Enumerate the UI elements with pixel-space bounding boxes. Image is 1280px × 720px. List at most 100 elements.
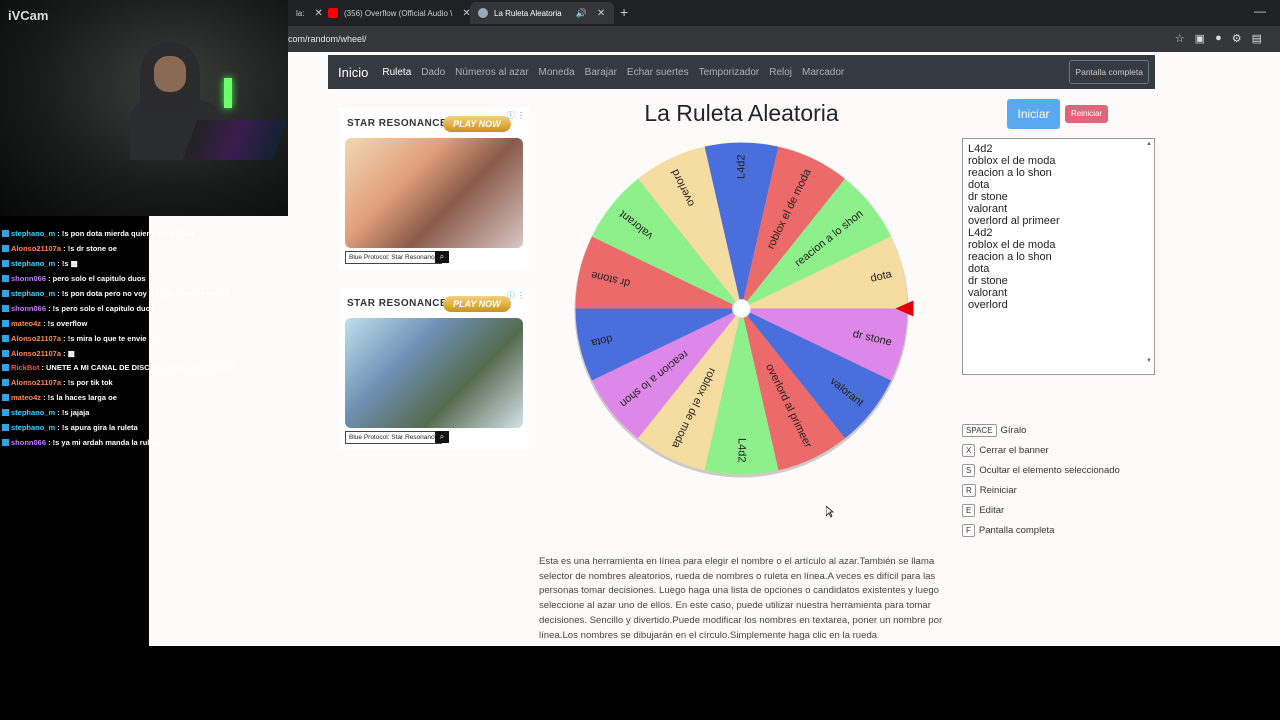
search-icon[interactable]: ⌕ bbox=[435, 431, 449, 443]
scroll-down-icon[interactable]: ▼ bbox=[1146, 358, 1152, 364]
browser-tab-ruleta[interactable]: La Ruleta Aleatoria 🔊 ✕ bbox=[470, 2, 614, 24]
nav-link-temporizador[interactable]: Temporizador bbox=[699, 67, 760, 78]
close-icon[interactable]: ✕ bbox=[597, 8, 605, 19]
streamer-face bbox=[154, 56, 186, 92]
url-text[interactable]: com/random/wheel/ bbox=[288, 34, 367, 44]
bookmark-star-icon[interactable]: ☆ bbox=[1175, 32, 1185, 45]
browser-tab-youtube[interactable]: (356) Overflow (Official Audio \ ✕ bbox=[320, 2, 479, 24]
ad-play-button[interactable]: PLAY NOW bbox=[443, 116, 511, 132]
chat-text: : !s pero solo el capitulo duos bbox=[46, 304, 155, 313]
nav-link-dado[interactable]: Dado bbox=[421, 67, 445, 78]
chat-overlay: stephano_m : !s pon dota mierda quiero v… bbox=[0, 216, 234, 647]
chat-username: stephano_m bbox=[11, 229, 56, 238]
names-textarea[interactable]: ▲ ▼ L4d2 roblox el de moda reacion a lo sh… bbox=[962, 138, 1155, 375]
nav-link-ruleta[interactable]: Ruleta bbox=[382, 67, 411, 78]
chat-text: : !s ▩ bbox=[55, 259, 78, 268]
ad-cta[interactable]: Blue Protocol: Star Resonance bbox=[345, 431, 442, 444]
shortcut-label: Gíralo bbox=[1000, 424, 1027, 436]
page-title: La Ruleta Aleatoria bbox=[644, 100, 839, 126]
ad-artwork bbox=[345, 318, 523, 428]
ad-cta[interactable]: Blue Protocol: Star Resonance bbox=[345, 251, 442, 264]
minimize-icon[interactable]: — bbox=[1254, 4, 1266, 18]
profile-icon[interactable]: ● bbox=[1215, 32, 1222, 45]
chat-message: shonn066 : pero solo el capitulo duos bbox=[2, 273, 146, 285]
name-line: roblox el de moda bbox=[968, 155, 1056, 167]
nav-link-numeros[interactable]: Números al azar bbox=[455, 67, 528, 78]
shortcut-label: Editar bbox=[979, 504, 1005, 516]
name-line: reacion a lo shon bbox=[968, 167, 1052, 179]
chat-badge-icon bbox=[2, 439, 9, 446]
youtube-icon bbox=[328, 8, 338, 18]
shortcut-key: S bbox=[962, 463, 976, 477]
wheel-segment-label: L4d2 bbox=[735, 155, 747, 179]
nav-link-moneda[interactable]: Moneda bbox=[539, 67, 575, 78]
chat-text: : !s la haces larga oe bbox=[41, 393, 117, 402]
webcam-label: iVCam bbox=[8, 8, 49, 23]
chat-text: : !s jajaja bbox=[55, 408, 90, 417]
puzzle-icon[interactable]: ▤ bbox=[1252, 32, 1262, 45]
chat-message: stephano_m : !s apura gira la ruleta bbox=[2, 422, 138, 434]
shortcut-label: Cerrar el banner bbox=[979, 444, 1049, 456]
shortcut-key: SPACE bbox=[962, 423, 997, 437]
ad-banner[interactable]: STAR RESONANCE PLAY NOW ⓘ ⋮ Blue Protoco… bbox=[339, 288, 529, 450]
navbar: Inicio Ruleta Dado Números al azar Moned… bbox=[328, 55, 1155, 89]
chat-text: : UNETE A MI CANAL DE DISCORD https://di… bbox=[39, 363, 234, 372]
name-line: dr stone bbox=[968, 191, 1008, 203]
shortcut-row: E Editar bbox=[962, 500, 1120, 520]
chat-message: stephano_m : !s ▩ bbox=[2, 258, 78, 270]
scroll-up-icon[interactable]: ▲ bbox=[1146, 141, 1152, 147]
wheel-hub[interactable] bbox=[732, 299, 751, 318]
chat-username: stephano_m bbox=[11, 423, 56, 432]
nav-link-marcador[interactable]: Marcador bbox=[802, 67, 844, 78]
nav-link-reloj[interactable]: Reloj bbox=[769, 67, 792, 78]
chat-badge-icon bbox=[2, 260, 9, 267]
start-button[interactable]: Iniciar bbox=[1007, 99, 1060, 129]
shortcut-key: R bbox=[962, 483, 976, 497]
chat-username: stephano_m bbox=[11, 259, 56, 268]
chat-text: : pero solo el capitulo duos bbox=[46, 274, 146, 283]
chat-message: shonn066 : !s ya mi ardah manda la rulet… bbox=[2, 437, 160, 449]
chat-text: : !s dr stone oe bbox=[61, 244, 117, 253]
chat-message: shonn066 : !s pero solo el capitulo duos bbox=[2, 303, 154, 315]
chat-badge-icon bbox=[2, 275, 9, 282]
nav-link-echar-suertes[interactable]: Echar suertes bbox=[627, 67, 689, 78]
nav-brand[interactable]: Inicio bbox=[338, 65, 368, 80]
ad-banner[interactable]: STAR RESONANCE PLAY NOW ⓘ ⋮ Blue Protoco… bbox=[339, 108, 529, 270]
chat-username: RickBot bbox=[11, 363, 40, 372]
name-line: overlord al primeer bbox=[968, 215, 1060, 227]
ad-info-icon[interactable]: ⓘ ⋮ bbox=[507, 110, 525, 121]
nav-link-barajar[interactable]: Barajar bbox=[585, 67, 617, 78]
chat-username: stephano_m bbox=[11, 408, 56, 417]
chat-username: mateo4z bbox=[11, 393, 42, 402]
tab-label: la: bbox=[296, 8, 305, 18]
shortcut-label: Reiniciar bbox=[979, 484, 1017, 496]
chat-username: Alonso21107a bbox=[11, 349, 62, 358]
chat-badge-icon bbox=[2, 305, 9, 312]
roulette-wheel[interactable]: L4d2roblox el de modareacion a lo shondo… bbox=[569, 136, 914, 481]
extension-icon[interactable]: ▣ bbox=[1195, 32, 1205, 45]
speaker-icon[interactable]: 🔊 bbox=[576, 8, 587, 19]
chat-badge-icon bbox=[2, 409, 9, 416]
shortcut-row: R Reiniciar bbox=[962, 480, 1120, 500]
chat-text: : !s mira lo que te envie pee bbox=[61, 334, 162, 343]
chat-username: shonn066 bbox=[11, 274, 47, 283]
settings-icon[interactable]: ⚙ bbox=[1232, 32, 1242, 45]
chat-text: : !s por tik tok bbox=[61, 378, 113, 387]
shortcut-key: E bbox=[962, 503, 976, 517]
name-line: reacion a lo shon bbox=[968, 251, 1052, 263]
fullscreen-button[interactable]: Pantalla completa bbox=[1069, 60, 1149, 84]
chat-message: Alonso21107a : !s mira lo que te envie p… bbox=[2, 333, 161, 345]
name-line: dota bbox=[968, 179, 990, 191]
ad-play-button[interactable]: PLAY NOW bbox=[443, 296, 511, 312]
reset-button[interactable]: Reiniciar bbox=[1065, 105, 1108, 123]
mouse-cursor-icon bbox=[826, 506, 834, 518]
search-icon[interactable]: ⌕ bbox=[435, 251, 449, 263]
chat-username: shonn066 bbox=[11, 438, 47, 447]
bottom-black-bar bbox=[0, 647, 1280, 720]
name-line: dr stone bbox=[968, 275, 1008, 287]
new-tab-icon[interactable]: + bbox=[620, 4, 628, 20]
chat-badge-icon bbox=[2, 245, 9, 252]
webcam-overlay: iVCam bbox=[0, 0, 288, 216]
chat-message: Alonso21107a : !s dr stone oe bbox=[2, 243, 117, 255]
ad-info-icon[interactable]: ⓘ ⋮ bbox=[507, 290, 525, 301]
